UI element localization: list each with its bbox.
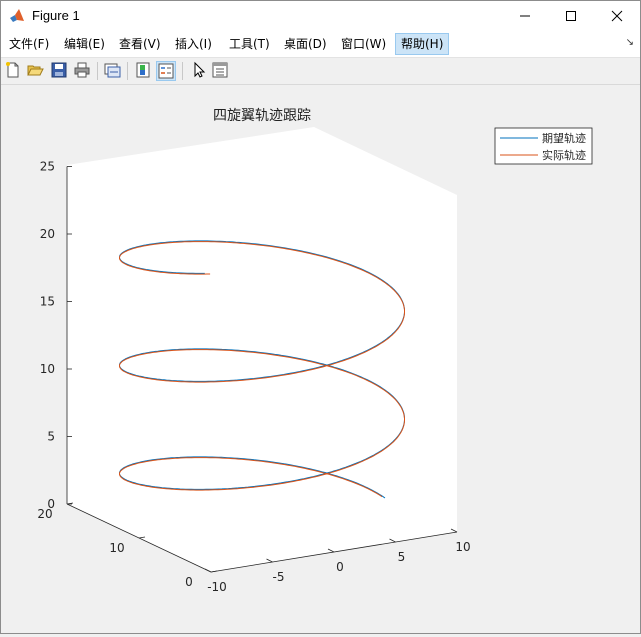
toolbar-separator	[182, 62, 183, 80]
window-title: Figure 1	[32, 8, 80, 23]
close-button[interactable]	[594, 1, 640, 31]
toolbar-separator	[127, 62, 128, 80]
menu-file[interactable]: 文件(F)	[4, 34, 54, 54]
legend[interactable]: 期望轨迹 实际轨迹	[494, 127, 593, 165]
legend-icon	[158, 63, 174, 79]
x-tick-label: 5	[398, 550, 406, 564]
open-file-button[interactable]	[26, 61, 44, 79]
print-button[interactable]	[73, 61, 91, 79]
legend-label-desired: 期望轨迹	[542, 131, 586, 145]
z-tick-label: 25	[40, 160, 55, 174]
axes-back-wall	[67, 127, 457, 572]
colorbar-button[interactable]	[134, 61, 152, 79]
toolbar-separator	[97, 62, 98, 80]
z-tick-label: 0	[47, 497, 55, 511]
x-tick-label: -5	[273, 570, 285, 584]
x-tick-label: -10	[207, 580, 227, 594]
minimize-icon	[520, 15, 530, 17]
property-inspector-icon	[212, 62, 228, 78]
save-button[interactable]	[50, 61, 68, 79]
title-bar: Figure 1	[1, 1, 640, 31]
menu-edit[interactable]: 编辑(E)	[59, 34, 110, 54]
menu-view[interactable]: 查看(V)	[114, 34, 166, 54]
link-plot-button[interactable]	[103, 61, 121, 79]
y-tick-label: 10	[109, 541, 124, 555]
menu-window[interactable]: 窗口(W)	[336, 34, 391, 54]
close-icon	[611, 10, 623, 22]
z-tick-label: 20	[40, 227, 55, 241]
menu-help[interactable]: 帮助(H)	[395, 33, 450, 55]
matlab-logo-icon	[10, 9, 24, 22]
pointer-button[interactable]	[189, 61, 207, 79]
colorbar-icon	[136, 62, 150, 78]
figure-window: Figure 1 文件(F) 编辑(E) 查看(V) 插入(I) 工具(T) 桌…	[0, 0, 641, 634]
chart-title: 四旋翼轨迹跟踪	[213, 108, 311, 124]
x-tick-label: 10	[455, 540, 470, 554]
dock-arrow-icon[interactable]: ↘	[626, 37, 634, 48]
menu-insert[interactable]: 插入(I)	[170, 34, 217, 54]
menu-bar: 文件(F) 编辑(E) 查看(V) 插入(I) 工具(T) 桌面(D) 窗口(W…	[1, 31, 640, 58]
property-inspector-button[interactable]	[211, 61, 229, 79]
new-figure-button[interactable]	[4, 61, 22, 79]
menu-tools[interactable]: 工具(T)	[224, 34, 275, 54]
maximize-icon	[566, 11, 576, 21]
pointer-icon	[194, 61, 206, 78]
y-tick-label: 0	[185, 575, 193, 589]
new-figure-icon	[6, 62, 19, 78]
z-tick-label: 15	[40, 295, 55, 309]
z-tick-label: 10	[40, 362, 55, 376]
menu-desktop[interactable]: 桌面(D)	[279, 34, 332, 54]
plot-area[interactable]: -10-50510010200510152025 四旋翼轨迹跟踪 期望轨迹 实际…	[1, 85, 640, 633]
legend-label-actual: 实际轨迹	[542, 148, 586, 162]
maximize-button[interactable]	[548, 1, 594, 31]
link-plot-icon	[104, 63, 121, 78]
print-icon	[74, 62, 90, 78]
x-tick-label: 0	[336, 560, 344, 574]
z-tick-label: 5	[47, 430, 55, 444]
save-icon	[51, 62, 67, 78]
open-file-icon	[27, 65, 44, 76]
figure-toolbar	[1, 58, 640, 85]
legend-button[interactable]	[156, 61, 176, 81]
figure-canvas: -10 -5 0 5 10 0 10 20 0 5 10 15 20 25 四旋翼轨迹跟踪 期望轨迹 实际…	[1, 85, 640, 633]
minimize-button[interactable]	[502, 1, 548, 31]
